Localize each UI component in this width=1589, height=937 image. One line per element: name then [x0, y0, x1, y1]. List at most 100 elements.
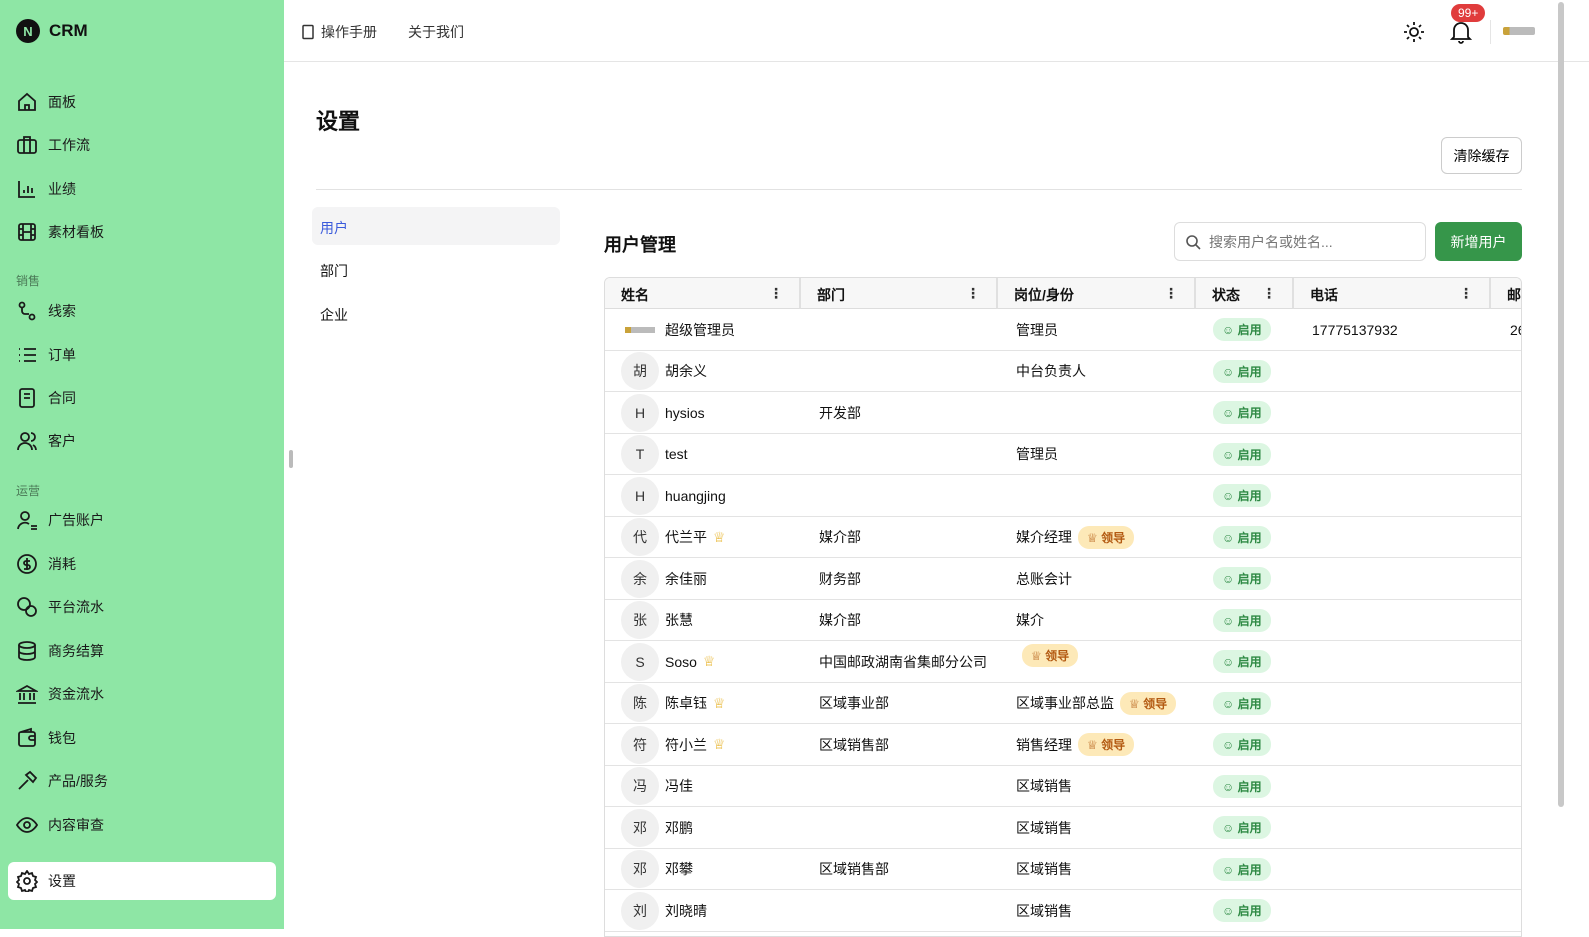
column-menu-icon[interactable]: ⋮	[1164, 285, 1178, 301]
table-row[interactable]: 余余佳丽 财务部 总账会计 ☺ 启用	[605, 558, 1521, 600]
sidebar-item-sales-3[interactable]: 客户	[16, 429, 76, 453]
sidebar-item-sales-1[interactable]: 订单	[16, 343, 76, 367]
status-badge: ☺ 启用	[1213, 774, 1271, 798]
table-row[interactable]: 刘刘晓晴 区域销售 ☺ 启用	[605, 890, 1521, 932]
avatar: 胡	[621, 352, 659, 390]
table-row[interactable]: 超级管理员 管理员 ☺ 启用 17775137932 26	[605, 309, 1521, 351]
column-header[interactable]: 姓名 ⋮	[605, 278, 801, 309]
hammer-icon	[18, 770, 38, 790]
subnav-departments[interactable]: 部门	[312, 250, 560, 288]
sidebar-item-label: 业绩	[48, 181, 76, 197]
manual-link[interactable]: 操作手册	[301, 22, 377, 42]
sidebar-item-label: 消耗	[48, 556, 76, 572]
table-row[interactable]: 邓邓鹏 区域销售 ☺ 启用	[605, 807, 1521, 849]
user-name: hysios	[665, 404, 705, 421]
table-row[interactable]: 张张慧 媒介部 媒介 ☺ 启用	[605, 600, 1521, 641]
leader-badge: ♕ 领导	[1078, 525, 1135, 549]
about-link[interactable]: 关于我们	[408, 22, 464, 42]
bell-icon[interactable]	[1450, 20, 1472, 44]
user-check-icon: ☺	[1222, 447, 1235, 462]
column-menu-icon[interactable]: ⋮	[1459, 285, 1473, 301]
sidebar-item-label: 商务结算	[48, 643, 104, 659]
column-header[interactable]: 岗位/身份 ⋮	[998, 278, 1196, 309]
phone: 17775137932	[1312, 321, 1398, 338]
sidebar-item-ops-5[interactable]: 钱包	[16, 726, 76, 750]
eye-icon	[16, 817, 38, 833]
column-header[interactable]: 邮	[1491, 278, 1521, 309]
scrollbar[interactable]	[1556, 0, 1566, 808]
sidebar-item-ops-7[interactable]: 内容审查	[16, 813, 104, 837]
sidebar-item-1[interactable]: 工作流	[16, 133, 90, 157]
sidebar-item-ops-3[interactable]: 商务结算	[16, 639, 104, 663]
sidebar-item-ops-2[interactable]: 平台流水	[16, 595, 104, 619]
theme-toggle-sun-icon[interactable]	[1403, 21, 1425, 43]
table-row[interactable]: Hhuangjing ☺ 启用	[605, 475, 1521, 517]
clear-cache-button[interactable]: 清除缓存	[1441, 137, 1522, 174]
crown-icon: ♕	[702, 653, 716, 669]
table-row[interactable]: 邓邓攀 区域销售部 区域销售 ☺ 启用	[605, 849, 1521, 890]
column-header[interactable]: 电话 ⋮	[1294, 278, 1491, 309]
brand[interactable]: N CRM	[16, 19, 88, 43]
table-row[interactable]: 胡胡余义 中台负责人 ☺ 启用	[605, 351, 1521, 392]
avatar-logo	[621, 311, 659, 349]
role: 管理员	[1016, 321, 1058, 338]
user-check-icon: ☺	[1222, 530, 1235, 545]
search-input[interactable]	[1209, 233, 1409, 250]
sidebar-item-label: 广告账户	[48, 512, 104, 528]
avatar: 余	[621, 559, 659, 598]
sidebar-item-sales-2[interactable]: 合同	[16, 386, 76, 410]
table-row[interactable]: 陈陈卓钰 ♕ 区域事业部 区域事业部总监 ♕ 领导 ☺ 启用	[605, 683, 1521, 724]
sidebar-item-sales-0[interactable]: 线索	[16, 299, 76, 323]
role: 销售经理	[1016, 736, 1072, 753]
role: 总账会计	[1016, 570, 1072, 587]
sidebar-item-label: 资金流水	[48, 686, 104, 702]
avatar: T	[621, 435, 659, 473]
column-menu-icon[interactable]: ⋮	[966, 285, 980, 301]
sidebar-item-label: 线索	[48, 303, 76, 319]
column-header[interactable]: 状态 ⋮	[1196, 278, 1294, 309]
table-row[interactable]: 代代兰平 ♕ 媒介部 媒介经理 ♕ 领导 ☺ 启用	[605, 517, 1521, 558]
column-menu-icon[interactable]: ⋮	[1262, 285, 1276, 301]
sidebar-item-settings[interactable]: 设置	[8, 862, 276, 900]
about-label: 关于我们	[408, 24, 464, 40]
sidebar-item-ops-1[interactable]: 消耗	[16, 552, 76, 576]
subnav-users[interactable]: 用户	[312, 207, 560, 245]
table-row[interactable]: 符符小兰 ♕ 区域销售部 销售经理 ♕ 领导 ☺ 启用	[605, 724, 1521, 766]
page-title: 设置	[316, 109, 361, 134]
user-avatar-logo[interactable]	[1503, 27, 1535, 35]
table-row[interactable]: Ttest 管理员 ☺ 启用	[605, 434, 1521, 475]
resize-handle[interactable]	[289, 450, 293, 468]
subnav-companies[interactable]: 企业	[312, 294, 560, 332]
sidebar-item-label: 内容审查	[48, 817, 104, 833]
sidebar-item-ops-4[interactable]: 资金流水	[16, 682, 104, 706]
table-row[interactable]: Hhysios 开发部 ☺ 启用	[605, 392, 1521, 434]
user-check-icon: ☺	[1222, 613, 1235, 628]
avatar: H	[621, 393, 659, 432]
crown-icon: ♕	[713, 528, 726, 545]
status-badge: ☺ 启用	[1213, 567, 1271, 590]
status-badge: ☺ 启用	[1213, 899, 1271, 922]
status-badge: ☺ 启用	[1213, 857, 1271, 881]
status-badge: ☺ 启用	[1213, 733, 1271, 756]
table-row[interactable]: 冯冯佳 区域销售 ☺ 启用	[605, 766, 1521, 807]
role: 媒介	[1016, 612, 1044, 628]
search-box[interactable]	[1174, 222, 1426, 261]
table-row[interactable]: S Soso ♕ 中国邮政湖南省集邮分公司 ♕ 领导 ☺ 启用	[605, 641, 1521, 683]
user-name: 张慧	[665, 612, 693, 628]
avatar: 张	[621, 601, 659, 639]
top-header	[284, 0, 1589, 62]
sidebar-item-ops-6[interactable]: 产品/服务	[16, 769, 108, 793]
column-header[interactable]: 部门 ⋮	[801, 278, 998, 309]
wallet-icon	[18, 727, 36, 747]
department: 区域销售部	[819, 736, 889, 753]
sidebar-item-2[interactable]: 业绩	[16, 177, 76, 201]
users-icon	[17, 432, 37, 451]
sidebar-item-0[interactable]: 面板	[16, 90, 76, 114]
sidebar-item-ops-0[interactable]: 广告账户	[16, 508, 104, 532]
sidebar-item-label: 素材看板	[48, 224, 104, 240]
sidebar-item-3[interactable]: 素材看板	[16, 220, 104, 244]
column-menu-icon[interactable]: ⋮	[769, 285, 783, 301]
add-user-button[interactable]: 新增用户	[1435, 222, 1522, 261]
department: 区域事业部	[819, 695, 889, 711]
briefcase-icon	[17, 136, 37, 154]
